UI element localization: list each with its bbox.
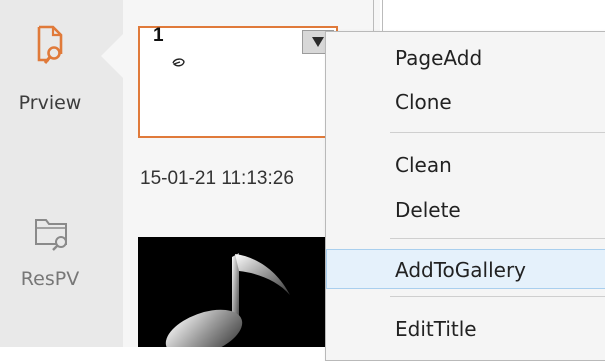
preview-doc-search-icon <box>37 25 63 64</box>
rail-item-respv[interactable]: ResPV <box>0 212 100 322</box>
menu-item-label: AddToGallery <box>395 258 527 282</box>
page-number: 1 <box>153 25 164 46</box>
folder-search-icon <box>35 219 67 251</box>
music-note-image <box>165 253 290 347</box>
menu-item-clone[interactable]: Clone <box>326 82 605 122</box>
menu-separator <box>390 238 605 239</box>
stroke-sketch-icon <box>172 58 185 67</box>
thumbnail-timestamp: 15-01-21 11:13:26 <box>140 168 294 189</box>
menu-item-edittitle[interactable]: EditTitle <box>326 309 605 349</box>
menu-separator <box>390 296 605 297</box>
menu-item-delete[interactable]: Delete <box>326 190 605 230</box>
page-thumbnail[interactable]: 1 <box>138 25 338 138</box>
menu-item-addtogallery[interactable]: AddToGallery <box>326 249 605 289</box>
active-tab-notch <box>101 34 123 78</box>
menu-item-clean[interactable]: Clean <box>326 145 605 185</box>
menu-item-label: Clone <box>395 90 452 114</box>
menu-item-label: PageAdd <box>395 46 483 70</box>
context-menu: PageAdd Clone Clean Delete AddToGallery … <box>325 31 605 361</box>
music-note-thumbnail[interactable] <box>138 237 333 347</box>
triangle-down-icon <box>312 37 324 47</box>
rail-item-label: Prview <box>18 92 82 114</box>
menu-item-label: Delete <box>395 198 461 222</box>
rail-item-label: ResPV <box>20 268 80 290</box>
menu-item-label: EditTitle <box>395 317 477 341</box>
menu-separator <box>390 132 605 133</box>
menu-item-pageadd[interactable]: PageAdd <box>326 38 605 78</box>
rail-item-prview[interactable]: Prview <box>0 22 100 132</box>
menu-item-label: Clean <box>395 153 452 177</box>
